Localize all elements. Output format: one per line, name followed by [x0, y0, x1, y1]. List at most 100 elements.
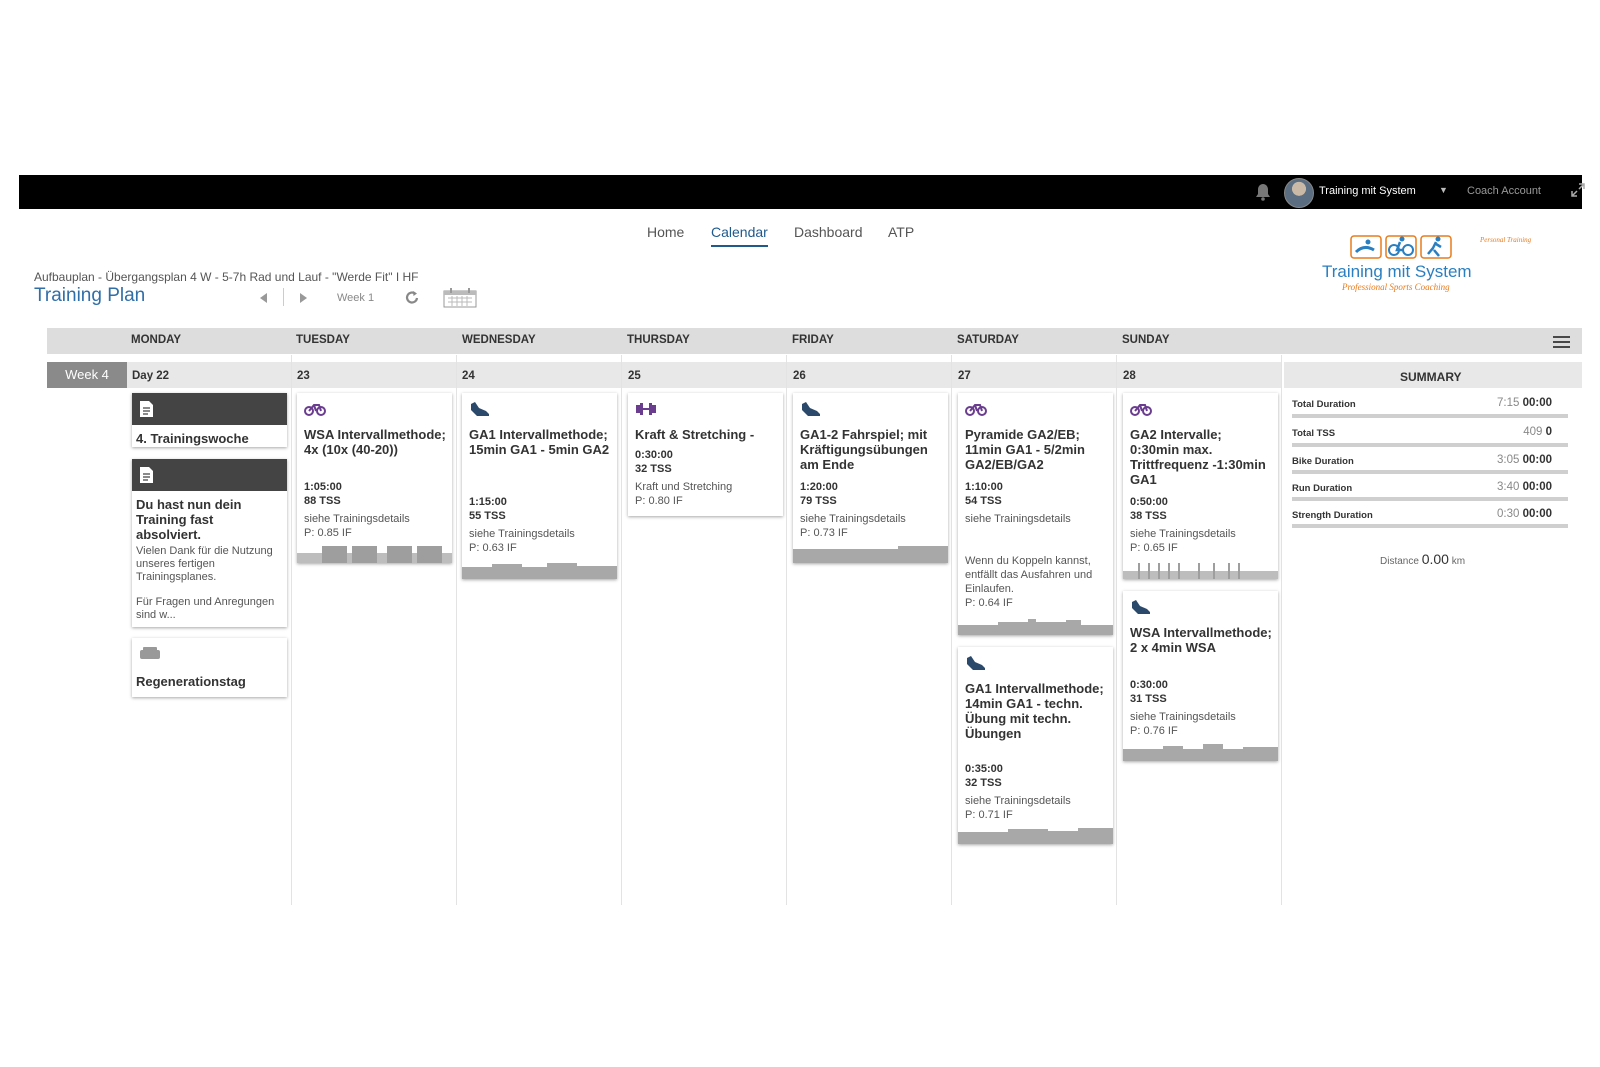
logo-subline: Professional Sports Coaching: [1341, 282, 1450, 292]
workout-card[interactable]: GA1 Intervallmethode; 15min GA1 - 5min G…: [462, 393, 617, 579]
workout-card[interactable]: WSA Intervallmethode; 2 x 4min WSA 0:30:…: [1123, 591, 1278, 761]
workout-description: siehe Trainingsdetails: [965, 513, 1071, 525]
workout-if: P: 0.63 IF: [469, 542, 517, 554]
intensity-chart: [297, 546, 452, 563]
rest-title: Regenerationstag: [136, 674, 246, 689]
summary-value: 3:05 00:00: [1497, 454, 1552, 466]
summary-done: 00:00: [1522, 508, 1552, 520]
calendar-icon[interactable]: [443, 288, 477, 308]
summary-planned: 3:40: [1496, 481, 1520, 493]
week-label: Week 1: [337, 292, 375, 304]
workout-tss: 32 TSS: [965, 777, 1002, 789]
workout-note: Wenn du Koppeln kannst, entfällt das Aus…: [965, 555, 1093, 595]
summary-bar: [1292, 470, 1568, 474]
summary-bar: [1292, 497, 1568, 501]
workout-duration: 1:15:00: [469, 496, 507, 508]
workout-if: P: 0.85 IF: [304, 527, 352, 539]
workout-duration: 0:35:00: [965, 763, 1003, 775]
distance-label: Distance: [1380, 556, 1419, 567]
intensity-chart: [958, 619, 1113, 635]
couch-icon: [140, 647, 160, 659]
summary-label: Bike Duration: [1292, 456, 1354, 467]
nav-calendar[interactable]: Calendar: [711, 224, 768, 247]
summary-planned: 409: [1523, 426, 1543, 438]
intensity-chart: [793, 546, 948, 563]
workout-card[interactable]: GA1 Intervallmethode; 14min GA1 - techn.…: [958, 647, 1113, 844]
workout-card[interactable]: Kraft & Stretching - 0:30:00 32 TSS Kraft…: [628, 393, 783, 516]
workout-if: P: 0.80 IF: [635, 495, 683, 507]
note-text: Vielen Dank für die Nutzung unseres fert…: [136, 545, 273, 583]
running-shoe-icon: [802, 402, 820, 416]
distance-unit: km: [1451, 556, 1466, 567]
day-thursday: THURSDAY: [627, 334, 690, 346]
note-card[interactable]: Du hast nun dein Training fast absolvier…: [132, 459, 287, 627]
workout-duration: 1:05:00: [304, 481, 342, 493]
running-shoe-icon: [967, 656, 985, 670]
day-monday: MONDAY: [131, 334, 182, 346]
summary-bar: [1292, 443, 1568, 447]
workout-title: WSA Intervallmethode; 2 x 4min WSA: [1130, 625, 1272, 655]
nav-atp[interactable]: ATP: [888, 224, 914, 240]
summary-label: Total Duration: [1292, 399, 1356, 410]
intensity-chart: [462, 563, 617, 579]
workout-card[interactable]: GA1-2 Fahrspiel; mit Kräftigungsübungen …: [793, 393, 948, 563]
workout-card[interactable]: WSA Intervallmethode; 4x (10x (40-20)) 1…: [297, 393, 452, 563]
menu-icon[interactable]: [1553, 336, 1570, 348]
workout-description: siehe Trainingsdetails: [469, 528, 575, 540]
running-shoe-icon: [471, 402, 489, 416]
workout-duration: 0:50:00: [1130, 496, 1168, 508]
summary-value: 409 0: [1523, 426, 1552, 438]
chevron-down-icon[interactable]: ▼: [1439, 185, 1448, 195]
summary-bar: [1292, 414, 1568, 418]
workout-card[interactable]: GA2 Intervalle; 0:30min max. Trittfreque…: [1123, 393, 1278, 579]
rest-day-card[interactable]: Regenerationstag: [132, 638, 287, 697]
day-sunday: SUNDAY: [1122, 334, 1170, 346]
user-name[interactable]: Training mit System: [1319, 185, 1416, 197]
bell-icon[interactable]: [1255, 183, 1271, 201]
note-card[interactable]: 4. Trainingswoche: [132, 393, 287, 447]
avatar[interactable]: [1284, 178, 1314, 208]
column-divider: [621, 355, 622, 905]
workout-if: P: 0.65 IF: [1130, 542, 1178, 554]
workout-title: GA2 Intervalle; 0:30min max. Trittfreque…: [1130, 427, 1266, 487]
workout-tss: 32 TSS: [635, 463, 672, 475]
workout-card[interactable]: Pyramide GA2/EB; 11min GA1 - 5/2min GA2/…: [958, 393, 1113, 635]
divider: [283, 288, 284, 306]
chevron-left-icon[interactable]: [260, 293, 268, 303]
workout-tss: 31 TSS: [1130, 693, 1167, 705]
top-bar: Training mit System ▼ Coach Account: [19, 175, 1585, 209]
column-divider: [1281, 355, 1282, 905]
workout-title: GA1 Intervallmethode; 14min GA1 - techn.…: [965, 681, 1104, 741]
coach-account-link[interactable]: Coach Account: [1467, 185, 1541, 197]
chevron-right-icon[interactable]: [300, 293, 308, 303]
column-divider: [456, 355, 457, 905]
expand-icon[interactable]: [1571, 183, 1585, 197]
day-saturday: SATURDAY: [957, 334, 1019, 346]
date-fri: 26: [793, 370, 806, 382]
column-divider: [951, 355, 952, 905]
workout-title: Pyramide GA2/EB; 11min GA1 - 5/2min GA2/…: [965, 427, 1085, 472]
workout-title: GA1-2 Fahrspiel; mit Kräftigungsübungen …: [800, 427, 928, 472]
summary-label: Run Duration: [1292, 483, 1353, 494]
logo-tagline: Personal Training: [1479, 236, 1532, 244]
summary-planned: 7:15: [1496, 397, 1520, 409]
workout-description: siehe Trainingsdetails: [1130, 528, 1236, 540]
summary-label: Total TSS: [1292, 428, 1336, 439]
day-tuesday: TUESDAY: [296, 334, 350, 346]
sports-logo-icon: Personal Training Training mit System Pr…: [1322, 235, 1532, 292]
intensity-chart: [1123, 744, 1278, 761]
bike-icon: [304, 404, 326, 416]
workout-duration: 1:10:00: [965, 481, 1003, 493]
distance-value: 0.00: [1421, 551, 1449, 567]
summary-done: 00:00: [1522, 481, 1552, 493]
workout-tss: 54 TSS: [965, 495, 1002, 507]
summary-planned: 3:05: [1496, 454, 1520, 466]
nav-home[interactable]: Home: [647, 224, 684, 240]
summary-done: 00:00: [1522, 454, 1552, 466]
refresh-icon[interactable]: [404, 289, 420, 306]
note-text: Für Fragen und Anregungen sind w...: [136, 596, 275, 621]
note-title: 4. Trainingswoche: [136, 431, 249, 446]
workout-title: WSA Intervallmethode; 4x (10x (40-20)): [304, 427, 446, 457]
nav-dashboard[interactable]: Dashboard: [794, 224, 863, 240]
workout-description: siehe Trainingsdetails: [304, 513, 410, 525]
